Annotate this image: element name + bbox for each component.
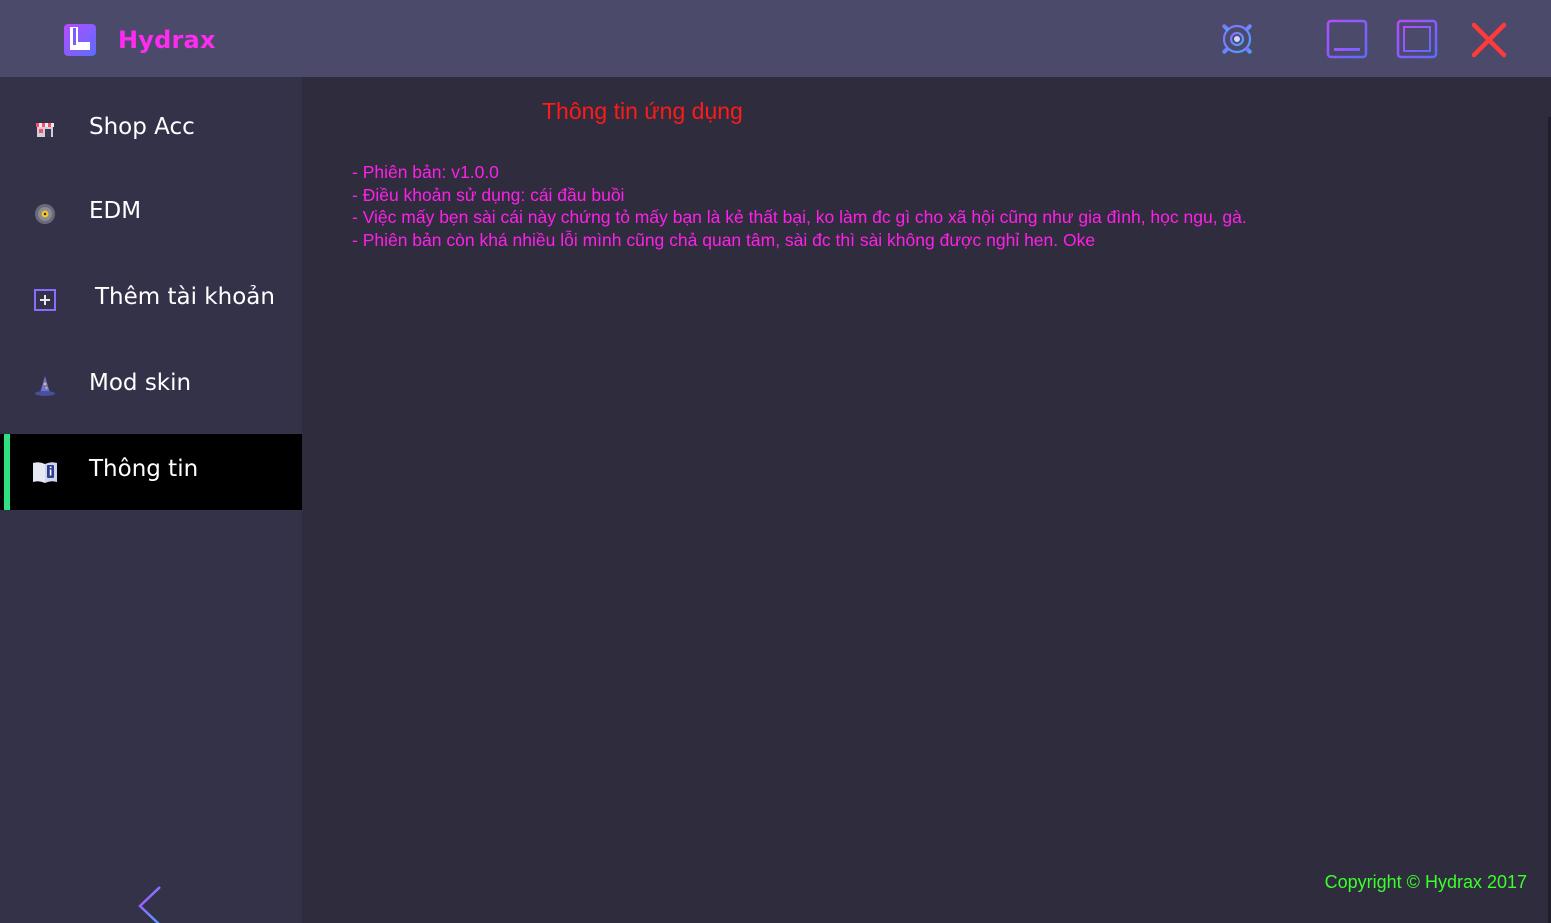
info-line-terms: - Điều khoản sử dụng: cái đầu buồi: [352, 184, 625, 205]
settings-button[interactable]: [1216, 18, 1258, 60]
close-icon: [1471, 22, 1507, 58]
info-book-icon: [31, 458, 59, 486]
sidebar-item-label: Mod skin: [89, 370, 192, 396]
main-content: Thông tin ứng dụng - Phiên bản: v1.0.0 -…: [302, 77, 1551, 923]
gear-icon: [1217, 19, 1257, 59]
info-line-version: - Phiên bản: v1.0.0: [352, 162, 499, 182]
collapse-sidebar-button[interactable]: [132, 884, 166, 923]
wizard-hat-icon: [33, 374, 57, 398]
music-disc-icon: [33, 202, 57, 226]
close-button[interactable]: [1468, 18, 1510, 60]
info-text-block: - Phiên bản: v1.0.0 - Điều khoản sử dụng…: [352, 161, 1247, 251]
sidebar-item-mod-skin[interactable]: Mod skin: [0, 348, 302, 424]
sidebar-item-label: Thêm tài khoản: [95, 284, 275, 310]
add-account-icon: [33, 288, 57, 312]
title-bar: Hydrax: [0, 0, 1551, 77]
info-line-note: - Việc mấy bẹn sài cái này chứng tỏ mấy …: [352, 207, 1247, 227]
chevron-left-icon: [138, 886, 161, 923]
minimize-icon: [1326, 19, 1368, 59]
sidebar: Shop Acc EDM Thêm tài khoản Mod skin Thô…: [0, 77, 302, 923]
app-name: Hydrax: [118, 26, 216, 54]
info-line-bugs: - Phiên bản còn khá nhiều lỗi mình cũng …: [352, 229, 1096, 250]
sidebar-item-edm[interactable]: EDM: [0, 176, 302, 252]
sidebar-item-label: EDM: [89, 198, 142, 224]
copyright-text: Copyright © Hydrax 2017: [1324, 872, 1527, 892]
maximize-button[interactable]: [1396, 18, 1438, 60]
sidebar-item-label: Shop Acc: [89, 114, 195, 140]
sidebar-item-shop-acc[interactable]: Shop Acc: [0, 92, 302, 168]
sidebar-item-add-account[interactable]: Thêm tài khoản: [0, 262, 302, 338]
sidebar-item-thong-tin[interactable]: Thông tin: [0, 434, 302, 510]
minimize-button[interactable]: [1326, 18, 1368, 60]
shop-icon: [33, 118, 57, 142]
app-logo-icon: [62, 22, 98, 58]
sidebar-item-label: Thông tin: [89, 456, 199, 482]
page-title: Thông tin ứng dụng: [542, 98, 743, 124]
active-indicator: [4, 434, 10, 510]
maximize-icon: [1396, 19, 1438, 59]
